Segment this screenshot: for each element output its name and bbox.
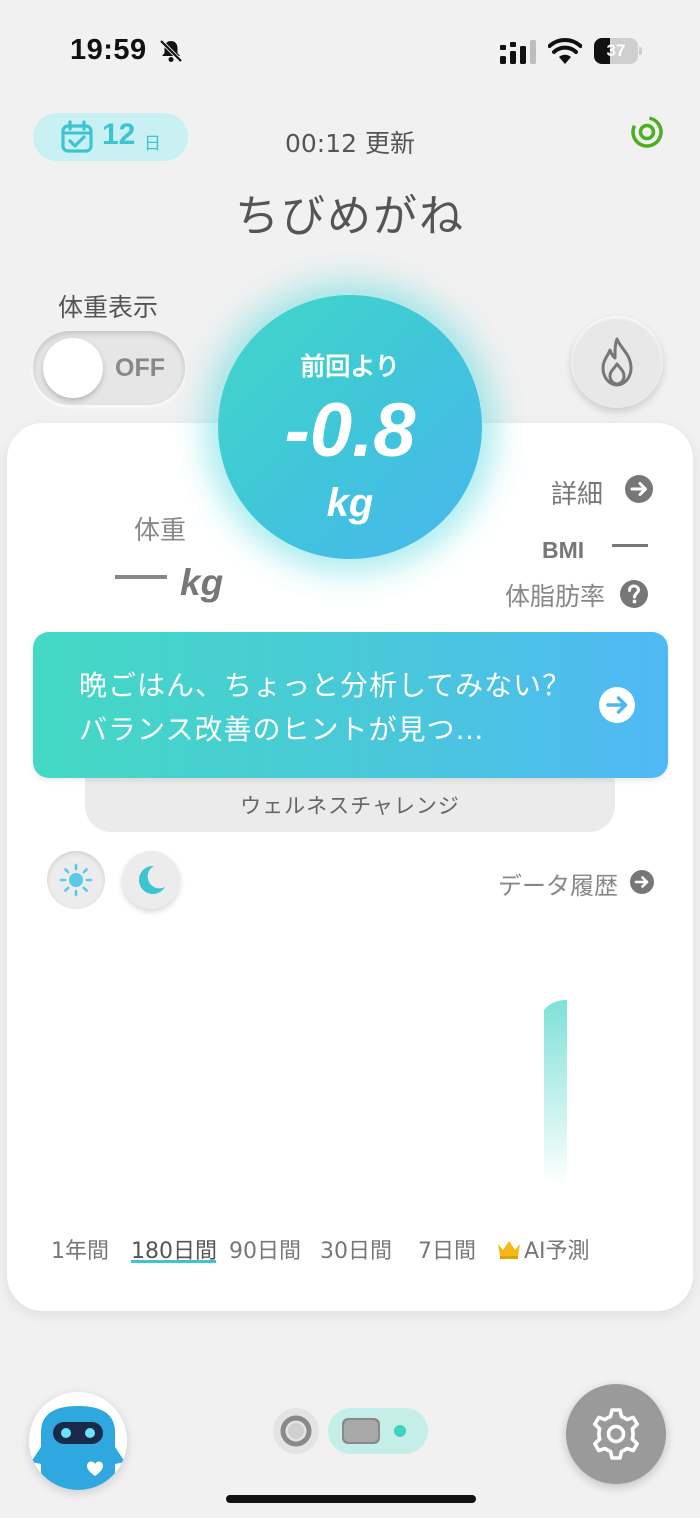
wifi-icon (548, 38, 582, 64)
arrow-right-circle-icon (599, 687, 635, 723)
streak-day-badge[interactable]: 12 日 (33, 113, 188, 161)
scale-ring-icon (280, 1415, 312, 1447)
mascot-avatar[interactable] (29, 1392, 127, 1490)
arrow-right-circle-icon[interactable] (624, 474, 654, 504)
body-fat-label: 体脂肪率 (505, 582, 606, 611)
gear-icon (593, 1408, 639, 1460)
mascot-icon (31, 1406, 125, 1490)
streak-day-unit: 日 (144, 134, 161, 154)
detail-link[interactable]: 詳細 (551, 474, 603, 511)
tip-text: 晩ごはん、ちょっと分析してみない？バランス改善のヒントが見つ… (79, 669, 572, 746)
weight-value-empty (115, 575, 167, 579)
weight-change-circle[interactable]: 前回より -0.8 kg (218, 295, 482, 559)
weight-label: 体重 (134, 516, 187, 546)
device-indicator[interactable] (273, 1408, 319, 1454)
morning-toggle[interactable] (47, 851, 105, 909)
chart-trend-bar (544, 1000, 567, 1185)
toggle-state: OFF (115, 354, 165, 382)
battery-level: 37 (606, 41, 626, 60)
streak-day-count: 12 (102, 118, 136, 151)
tip-banner[interactable]: 晩ごはん、ちょっと分析してみない？バランス改善のヒントが見つ… (33, 632, 668, 778)
sun-icon (59, 863, 93, 897)
period-tab-label: 30日間 (320, 1239, 392, 1264)
battery-indicator: 37 (594, 38, 642, 64)
period-tab-2[interactable]: 90日間 (229, 1233, 301, 1265)
signal-icon (500, 40, 536, 64)
user-name: ちびめがね (235, 191, 465, 242)
bmi-value-empty (612, 544, 648, 547)
weight-change-unit: kg (326, 481, 374, 525)
calorie-button[interactable] (571, 316, 663, 408)
sync-status-icon[interactable] (630, 115, 664, 149)
period-tab-0[interactable]: 1年間 (51, 1233, 109, 1265)
active-period-underline (131, 1260, 216, 1263)
settings-button[interactable] (566, 1384, 666, 1484)
moon-icon (138, 865, 165, 894)
period-tab-4[interactable]: 7日間 (418, 1233, 476, 1265)
status-time: 19:59 (70, 34, 147, 66)
weight-change-value: -0.8 (284, 388, 416, 473)
weight-display-label: 体重表示 (58, 293, 159, 322)
period-tab-5[interactable]: AI予測 (496, 1233, 590, 1265)
wellness-challenge-tab[interactable]: ウェルネスチャレンジ (85, 776, 615, 832)
bell-muted-icon (159, 39, 183, 63)
evening-toggle[interactable] (122, 851, 180, 909)
last-update-time: 00:12 更新 (285, 129, 415, 158)
wellness-challenge-label: ウェルネスチャレンジ (240, 794, 460, 818)
period-tab-label: 7日間 (418, 1239, 476, 1264)
weight-chart (544, 1000, 567, 1185)
arrow-right-circle-icon[interactable] (629, 869, 655, 895)
period-tab-label: 90日間 (229, 1239, 301, 1264)
calendar-check-icon (61, 120, 93, 153)
period-tab-label: 1年間 (51, 1239, 109, 1264)
weight-unit: kg (180, 562, 224, 603)
weight-display-toggle[interactable]: OFF (33, 331, 185, 405)
toggle-knob (43, 338, 103, 398)
data-history-link[interactable]: データ履歴 (498, 866, 618, 901)
scale-icon (342, 1418, 406, 1444)
crown-icon (498, 1241, 520, 1259)
bmi-label: BMI (542, 537, 585, 563)
help-icon[interactable] (619, 579, 649, 609)
home-indicator[interactable] (226, 1495, 476, 1503)
period-tab-label: AI予測 (524, 1239, 590, 1264)
weight-change-label: 前回より (300, 352, 400, 381)
flame-icon (601, 337, 633, 387)
scale-device-pill[interactable] (328, 1408, 428, 1454)
period-tab-3[interactable]: 30日間 (320, 1233, 392, 1265)
